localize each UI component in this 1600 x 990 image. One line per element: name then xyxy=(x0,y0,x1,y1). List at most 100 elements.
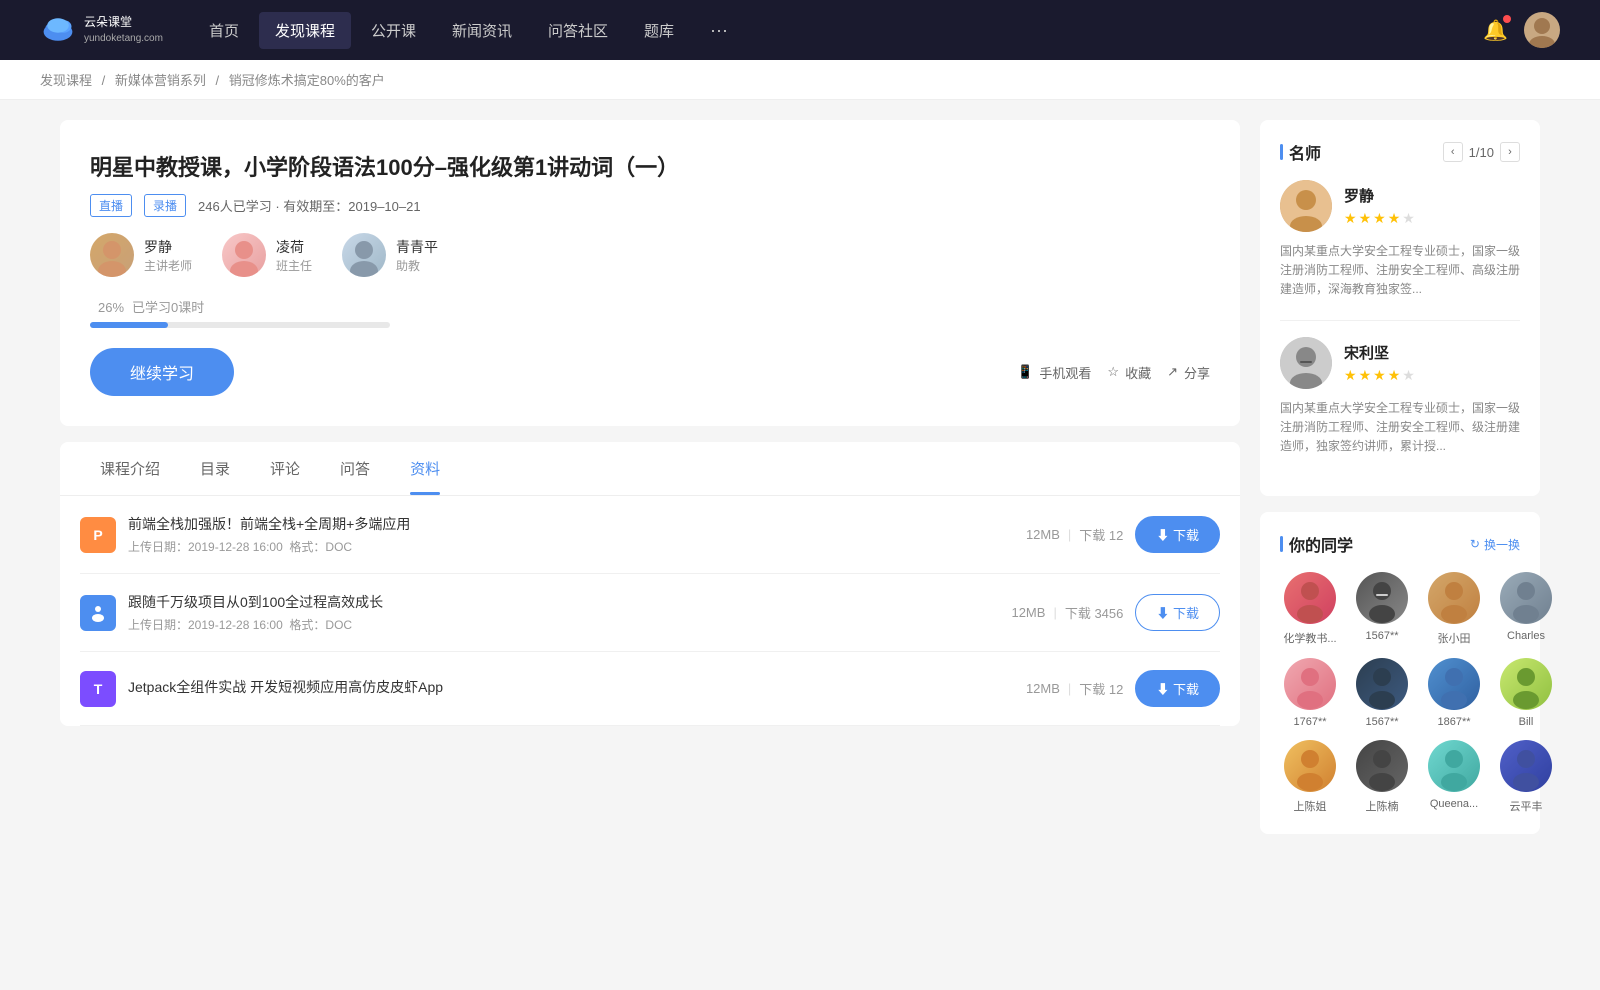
classmate-11: 云平丰 xyxy=(1496,740,1556,814)
breadcrumb-item-2[interactable]: 新媒体营销系列 xyxy=(115,73,206,88)
teacher-panel-name-0: 罗静 xyxy=(1344,185,1415,206)
teacher-stars-0: ★★★★★ xyxy=(1344,210,1415,227)
page-prev[interactable]: ‹ xyxy=(1443,142,1463,162)
tab-material[interactable]: 资料 xyxy=(390,442,460,495)
classmate-avatar-8 xyxy=(1284,740,1336,792)
tab-catalog[interactable]: 目录 xyxy=(180,442,250,495)
classmate-2: 张小田 xyxy=(1424,572,1484,646)
teacher-desc-0: 国内某重点大学安全工程专业硕士，国家一级注册消防工程师、注册安全工程师、高级注册… xyxy=(1280,242,1520,300)
tab-review[interactable]: 评论 xyxy=(250,442,320,495)
classmate-name-5: 1567** xyxy=(1352,716,1412,728)
classmate-name-2: 张小田 xyxy=(1424,630,1484,646)
teacher-name-2: 青青平 xyxy=(396,237,438,257)
teacher-panel-title-text: 名师 xyxy=(1280,140,1321,164)
user-avatar[interactable] xyxy=(1524,12,1560,48)
page-next[interactable]: › xyxy=(1500,142,1520,162)
file-item-1: 跟随千万级项目从0到100全过程高效成长 上传日期：2019-12-28 16:… xyxy=(80,574,1220,652)
classmate-avatar-5 xyxy=(1356,658,1408,710)
mobile-watch-button[interactable]: 📱 手机观看 xyxy=(1017,363,1091,382)
classmate-name-6: 1867** xyxy=(1424,716,1484,728)
action-buttons: 📱 手机观看 ☆ 收藏 ↗ 分享 xyxy=(1017,363,1210,382)
classmate-4: 1767** xyxy=(1280,658,1340,728)
download-button-1[interactable]: ⬇ 下载 xyxy=(1135,594,1220,631)
course-card: 明星中教授课，小学阶段语法100分–强化级第1讲动词（一） 直播 录播 246人… xyxy=(60,120,1240,426)
classmate-0: 化学教书... xyxy=(1280,572,1340,646)
collect-button[interactable]: ☆ 收藏 xyxy=(1107,363,1151,382)
teacher-pagination: ‹ 1/10 › xyxy=(1443,142,1520,162)
file-name-0: 前端全栈加强版！前端全栈+全周期+多端应用 xyxy=(128,514,1014,534)
action-row: 继续学习 📱 手机观看 ☆ 收藏 ↗ 分享 xyxy=(90,348,1210,396)
classmate-name-3: Charles xyxy=(1496,630,1556,642)
teacher-panel-item-1: 宋利坚 ★★★★★ 国内某重点大学安全工程专业硕士，国家一级注册消防工程师、注册… xyxy=(1280,337,1520,457)
progress-section: 26%已学习0课时 xyxy=(90,297,1210,328)
download-button-2[interactable]: ⬇ 下载 xyxy=(1135,670,1220,707)
classmate-avatar-2 xyxy=(1428,572,1480,624)
file-stats-0: 12MB | 下载 12 xyxy=(1026,525,1123,544)
teacher-info-1: 凌荷 班主任 xyxy=(276,237,312,274)
teacher-name-1: 凌荷 xyxy=(276,237,312,257)
classmate-name-10: Queena... xyxy=(1424,798,1484,810)
user-avatar-img xyxy=(1524,12,1560,48)
tab-qa[interactable]: 问答 xyxy=(320,442,390,495)
teacher-item-2: 青青平 助教 xyxy=(342,233,438,277)
teacher-panel-title: 名师 ‹ 1/10 › xyxy=(1280,140,1520,164)
course-meta: 直播 录播 246人已学习 · 有效期至：2019–10–21 xyxy=(90,194,1210,217)
file-item-2: T Jetpack全组件实战 开发短视频应用高仿皮皮虾App 12MB | 下载… xyxy=(80,652,1220,726)
tab-intro[interactable]: 课程介绍 xyxy=(80,442,180,495)
teacher-name-0: 罗静 xyxy=(144,237,192,257)
teacher-panel-item-0: 罗静 ★★★★★ 国内某重点大学安全工程专业硕士，国家一级注册消防工程师、注册安… xyxy=(1280,180,1520,300)
left-content: 明星中教授课，小学阶段语法100分–强化级第1讲动词（一） 直播 录播 246人… xyxy=(60,120,1240,834)
refresh-button[interactable]: ↻ 换一换 xyxy=(1470,536,1520,553)
mobile-icon: 📱 xyxy=(1017,364,1033,380)
progress-bar-bg xyxy=(90,322,390,328)
classmates-header: 你的同学 ↻ 换一换 xyxy=(1280,532,1520,556)
classmate-name-0: 化学教书... xyxy=(1280,630,1340,646)
classmate-9: 上陈楠 xyxy=(1352,740,1412,814)
classmate-7: Bill xyxy=(1496,658,1556,728)
star-icon: ☆ xyxy=(1107,364,1119,380)
progress-bar-fill xyxy=(90,322,168,328)
classmate-name-4: 1767** xyxy=(1280,716,1340,728)
share-icon: ↗ xyxy=(1167,364,1178,380)
classmate-6: 1867** xyxy=(1424,658,1484,728)
breadcrumb-item-3: 销冠修炼术搞定80%的客户 xyxy=(229,73,385,88)
teachers-list: 罗静 主讲老师 凌荷 班主任 xyxy=(90,233,1210,277)
nav-public[interactable]: 公开课 xyxy=(355,12,432,49)
file-icon-1 xyxy=(80,595,116,631)
teacher-panel-avatar-1 xyxy=(1280,337,1332,389)
teacher-role-0: 主讲老师 xyxy=(144,257,192,274)
teacher-panel-info-1: 宋利坚 ★★★★★ xyxy=(1344,342,1415,384)
main-layout: 明星中教授课，小学阶段语法100分–强化级第1讲动词（一） 直播 录播 246人… xyxy=(20,100,1580,854)
bell-button[interactable]: 🔔 xyxy=(1483,18,1508,43)
course-title: 明星中教授课，小学阶段语法100分–强化级第1讲动词（一） xyxy=(90,150,1210,182)
continue-button[interactable]: 继续学习 xyxy=(90,348,234,396)
nav-qa[interactable]: 问答社区 xyxy=(532,12,624,49)
classmate-name-9: 上陈楠 xyxy=(1352,798,1412,814)
breadcrumb-item-1[interactable]: 发现课程 xyxy=(40,73,92,88)
breadcrumb: 发现课程 / 新媒体营销系列 / 销冠修炼术搞定80%的客户 xyxy=(0,60,1600,100)
classmate-avatar-3 xyxy=(1500,572,1552,624)
breadcrumb-sep-1: / xyxy=(102,73,109,88)
nav-news[interactable]: 新闻资讯 xyxy=(436,12,528,49)
nav-discover[interactable]: 发现课程 xyxy=(259,12,351,49)
teacher-item-1: 凌荷 班主任 xyxy=(222,233,312,277)
share-button[interactable]: ↗ 分享 xyxy=(1167,363,1210,382)
teacher-stars-1: ★★★★★ xyxy=(1344,367,1415,384)
teacher-panel-header-0: 罗静 ★★★★★ xyxy=(1280,180,1520,232)
nav-right: 🔔 xyxy=(1483,12,1560,48)
teacher-role-1: 班主任 xyxy=(276,257,312,274)
nav-more[interactable]: ··· xyxy=(694,12,744,49)
logo[interactable]: 云朵课堂yundoketang.com xyxy=(40,12,163,48)
download-button-0[interactable]: ⬇ 下载 xyxy=(1135,516,1220,553)
notification-badge xyxy=(1503,15,1511,23)
teacher-panel: 名师 ‹ 1/10 › 罗静 ★★★★★ xyxy=(1260,120,1540,496)
badge-record: 录播 xyxy=(144,194,186,217)
nav-home[interactable]: 首页 xyxy=(193,12,255,49)
classmate-10: Queena... xyxy=(1424,740,1484,814)
file-meta-0: 上传日期：2019-12-28 16:00 格式：DOC xyxy=(128,538,1014,555)
file-name-1: 跟随千万级项目从0到100全过程高效成长 xyxy=(128,592,999,612)
classmate-8: 上陈姐 xyxy=(1280,740,1340,814)
file-name-2: Jetpack全组件实战 开发短视频应用高仿皮皮虾App xyxy=(128,677,1014,697)
course-meta-text: 246人已学习 · 有效期至：2019–10–21 xyxy=(198,196,421,215)
nav-exam[interactable]: 题库 xyxy=(628,12,690,49)
